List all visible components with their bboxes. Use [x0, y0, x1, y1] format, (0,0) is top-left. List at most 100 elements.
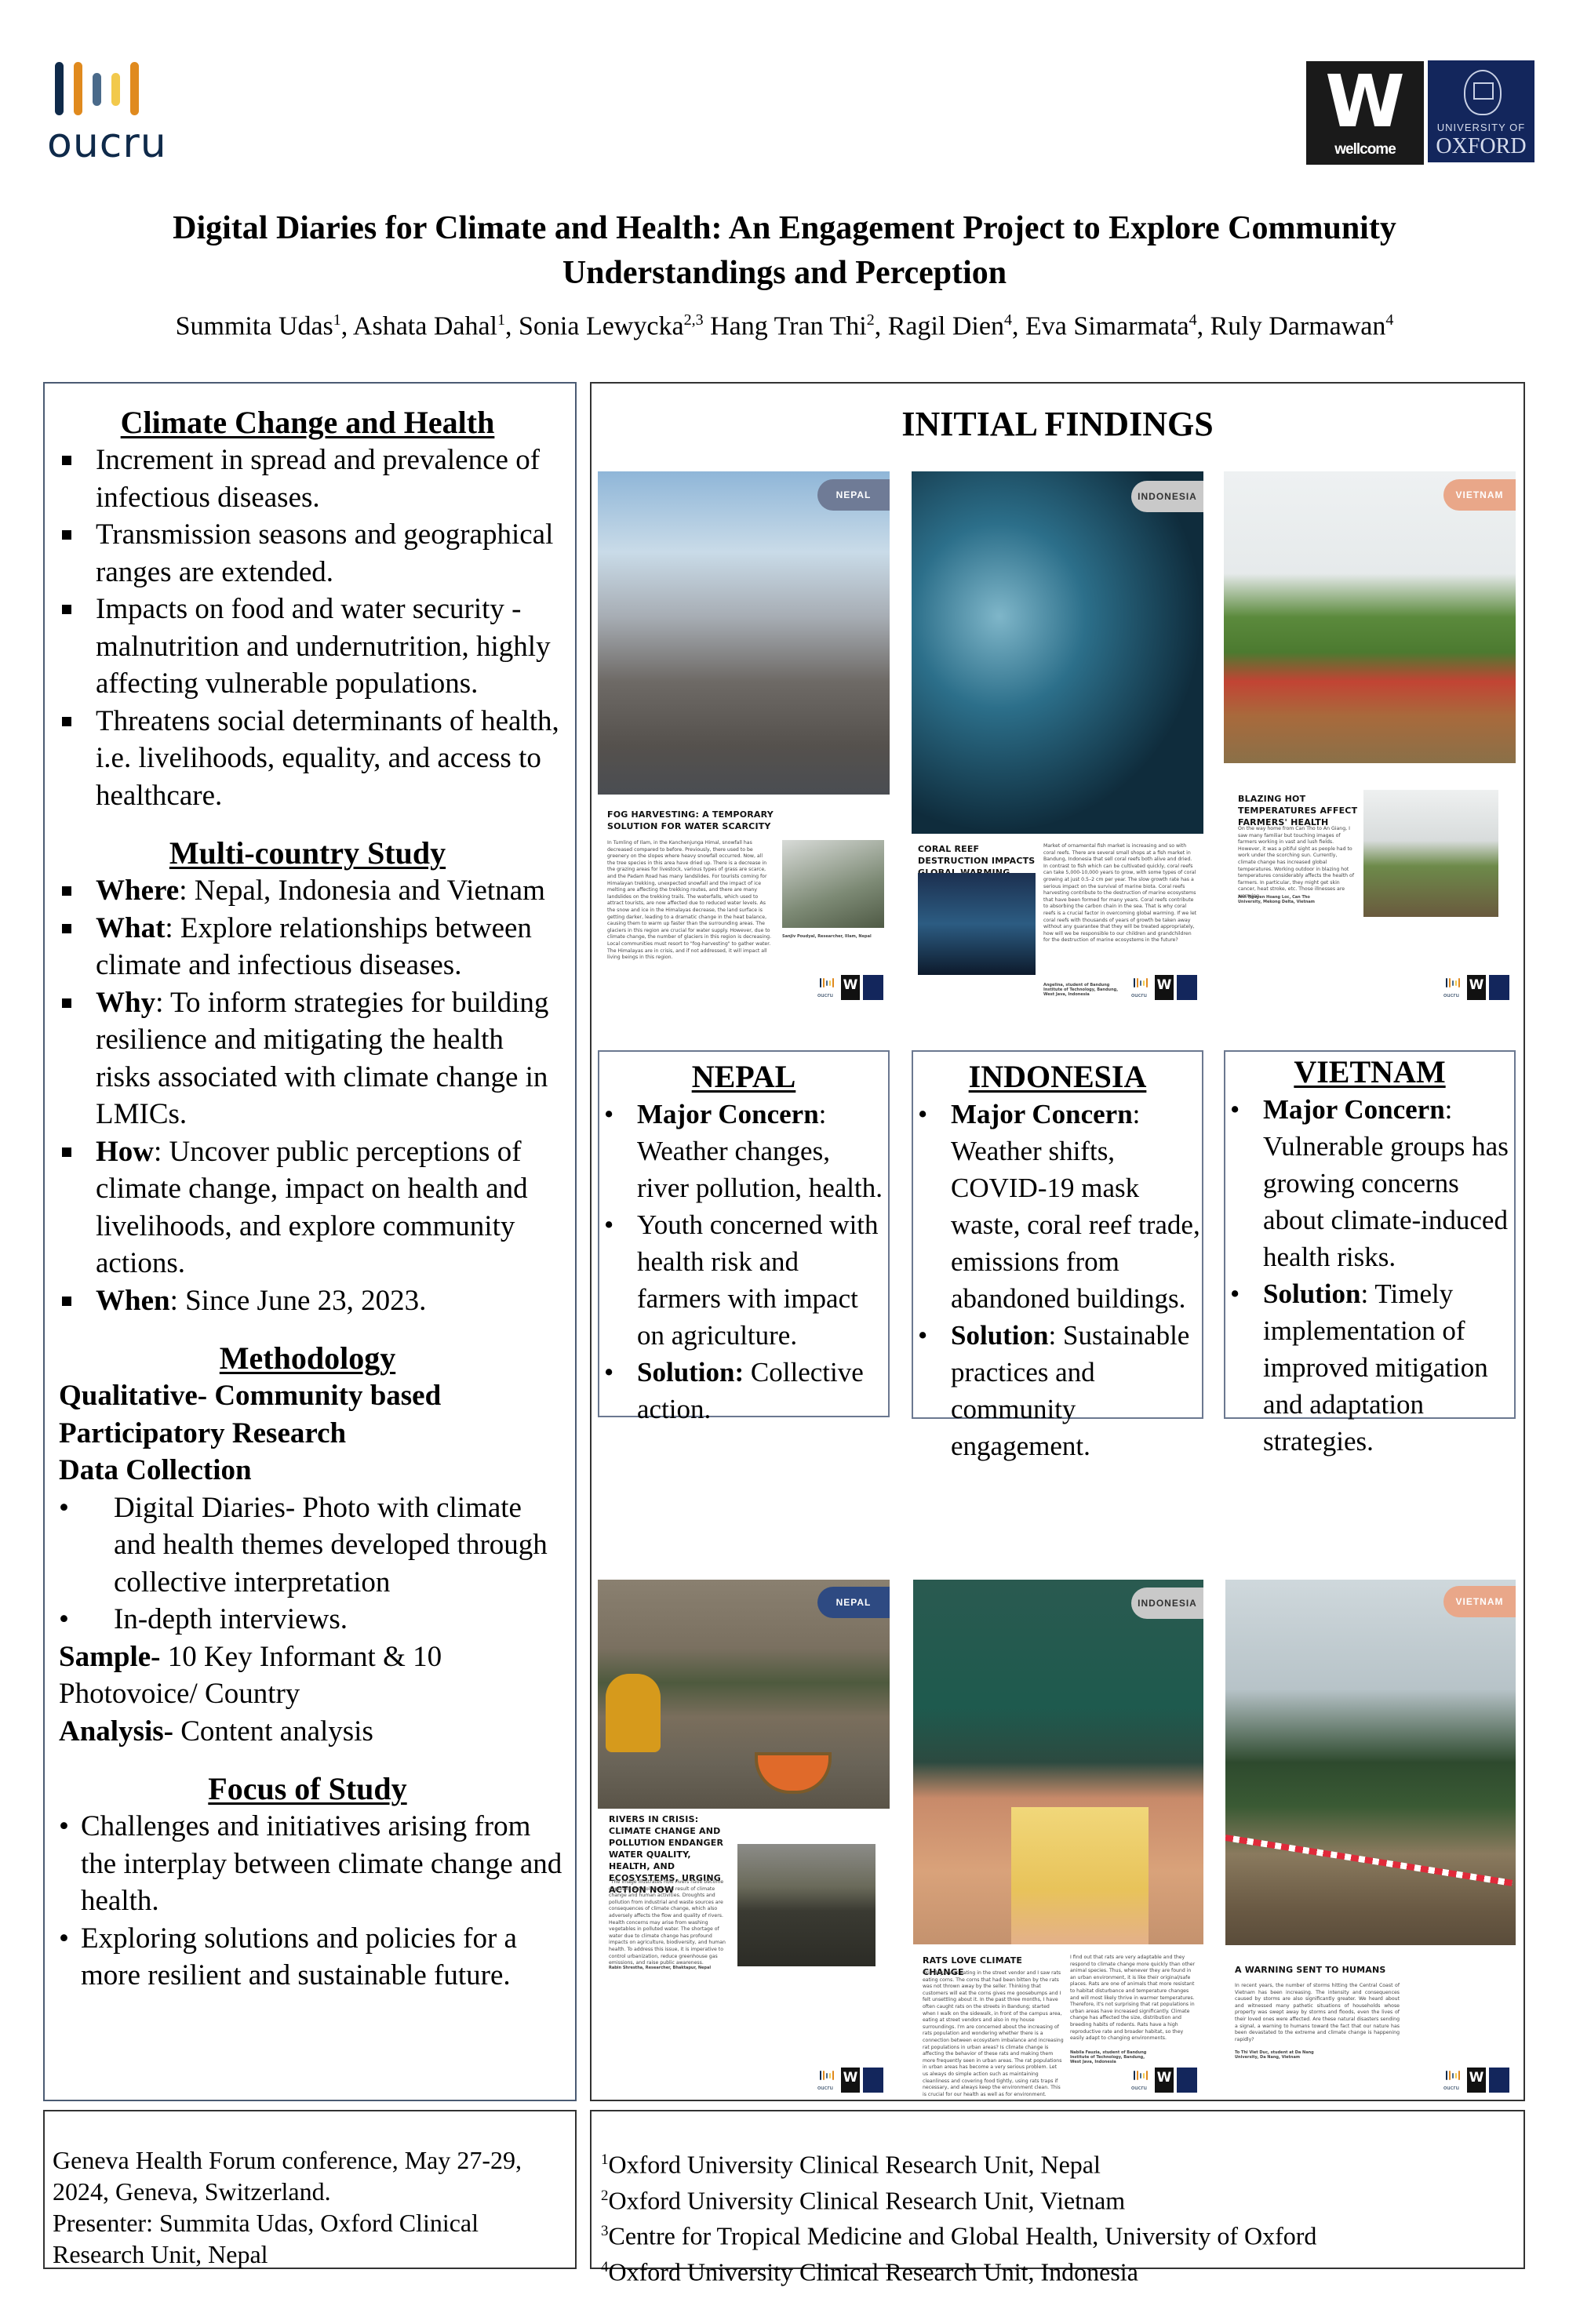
list-item: Youth concerned with health risk and far…	[599, 1206, 888, 1354]
wellcome-w-mark: W	[1325, 60, 1405, 144]
list-item: When: Since June 23, 2023.	[53, 1282, 562, 1320]
card-heading: Blazing Hot Temperatures Affect Farmers'…	[1238, 794, 1358, 827]
card-credit: Angelina, student of Bandung Institute o…	[1043, 983, 1119, 997]
partner-logos: oucru W	[1443, 975, 1509, 1000]
findings-box-title: NEPAL	[691, 1059, 796, 1094]
climate-health-list: Increment in spread and prevalence of in…	[53, 442, 562, 814]
photo-card-nepal-top: NEPAL Fog Harvesting: A Temporary Soluti…	[598, 471, 890, 1005]
mini-oucru-bar	[826, 2073, 828, 2079]
oucru-wordmark: oucru	[47, 120, 167, 167]
mini-oucru-bar	[1146, 978, 1148, 987]
list-item: Exploring solutions and policies for a m…	[59, 1920, 562, 1995]
affiliation-line: 2Oxford University Clinical Research Uni…	[601, 2186, 1126, 2215]
multi-country-list: Where: Nepal, Indonesia and Vietnam What…	[53, 872, 562, 1319]
farm-field-photo	[1224, 471, 1516, 763]
author-name: Ragil Dien	[887, 311, 1004, 341]
oucru-logo: oucru	[47, 59, 167, 169]
oxford-small-text: UNIVERSITY OF	[1436, 122, 1526, 133]
conference-line: 2024, Geneva, Switzerland.	[53, 2177, 331, 2206]
partner-logos: oucru W	[1131, 2068, 1197, 2093]
list-item: Major Concern: Weather shifts, COVID-19 …	[913, 1096, 1202, 1317]
list-item: Solution: Timely implementation of impro…	[1225, 1275, 1514, 1460]
mini-oucru-bar	[826, 980, 828, 986]
partner-logos: oucru W	[1131, 975, 1197, 1000]
poster-title-line: Digital Diaries for Climate and Health: …	[173, 210, 1396, 246]
photo-card-indonesia-top: INDONESIA Coral Reef Destruction Impacts…	[912, 471, 1203, 1005]
affiliations-box: 1Oxford University Clinical Research Uni…	[590, 2110, 1525, 2286]
mini-oucru-bar	[832, 2071, 834, 2080]
poster-title-line: Understandings and Perception	[562, 255, 1007, 291]
conference-info: Geneva Health Forum conference, May 27-2…	[53, 2144, 522, 2270]
author-affiliation-mark: 4	[1385, 311, 1394, 329]
list-item: Transmission seasons and geographical ra…	[53, 516, 562, 591]
mini-oucru-bar	[832, 978, 834, 987]
mini-oucru-bar	[820, 978, 821, 987]
list-item: In-depth interviews.	[59, 1601, 562, 1638]
poster-title: Digital Diaries for Climate and Health: …	[63, 206, 1506, 296]
card-credit: Rabin Shrestha, Researcher, Bhaktapur, N…	[609, 1966, 712, 1970]
partner-logos: oucru W	[817, 2068, 883, 2093]
author-name: Hang Tran Thi	[710, 311, 867, 341]
conference-line: Research Unit, Nepal	[53, 2240, 268, 2268]
photo-card-indonesia-bottom: INDONESIA Rats Love Climate Change One d…	[913, 1580, 1203, 2097]
conference-line: Presenter: Summita Udas, Oxford Clinical	[53, 2209, 479, 2237]
person-washing	[606, 1674, 661, 1752]
right-panel: INITIAL FINDINGS NEPAL Fog Harvesting: A…	[590, 382, 1525, 2101]
list-item: Challenges and initiatives arising from …	[59, 1808, 562, 1920]
corn-box	[1011, 1807, 1149, 1944]
partner-logos: oucru W	[1443, 2068, 1509, 2093]
author-affiliation-mark: 1	[497, 311, 506, 329]
mini-oucru-bar	[829, 980, 831, 986]
card-credit: To Thi Viet Duc, student at Da Nang Univ…	[1235, 2050, 1314, 2060]
author-affiliation-mark: 1	[333, 311, 341, 329]
mini-oucru-bar	[1449, 978, 1451, 987]
focus-list: Challenges and initiatives arising from …	[53, 1808, 562, 1995]
mini-oucru-bar	[1449, 2071, 1451, 2080]
section-title-focus: Focus of Study	[208, 1771, 407, 1806]
card-body: Market of ornamental fish market is incr…	[1043, 843, 1197, 944]
wellcome-logo: W wellcome	[1306, 61, 1424, 165]
data-collection-label: Data Collection	[59, 1454, 252, 1486]
card-credit: Sanjiv Poudyal, Researcher, Illam, Nepal	[782, 934, 872, 939]
oucru-bar	[111, 73, 120, 106]
list-item: Where: Nepal, Indonesia and Vietnam	[53, 872, 562, 910]
findings-list: Major Concern: Weather changes, river po…	[599, 1096, 888, 1427]
country-tag: VIETNAM	[1443, 1586, 1516, 1617]
list-item: Why: To inform strategies for building r…	[53, 984, 562, 1133]
list-item: Impacts on food and water security - mal…	[53, 591, 562, 703]
power-lines-photo	[1363, 790, 1498, 917]
author-name: Eva Simarmata	[1025, 311, 1189, 341]
photo-card-vietnam-bottom: VIETNAM A Warning Sent to Humans In rece…	[1225, 1580, 1516, 2097]
market-photo	[918, 873, 1036, 975]
section-title-methodology: Methodology	[219, 1340, 396, 1376]
author-name: Summita Udas	[175, 311, 333, 341]
oxford-logo: UNIVERSITY OF OXFORD	[1428, 60, 1534, 162]
author-name: Ruly Darmawan	[1210, 311, 1386, 341]
list-item: What: Explore relationships between clim…	[53, 910, 562, 984]
card-body: One day, I was eating in the street vend…	[923, 1970, 1064, 2097]
findings-list: Major Concern: Weather shifts, COVID-19 …	[913, 1096, 1202, 1464]
storm-damage-photo	[1225, 1580, 1516, 1945]
list-item: Increment in spread and prevalence of in…	[53, 442, 562, 516]
mini-oucru-bar	[1452, 2073, 1454, 2079]
photo-card-nepal-bottom: NEPAL Rivers in Crisis: Climate Change a…	[598, 1580, 890, 2097]
list-item: Major Concern: Weather changes, river po…	[599, 1096, 888, 1206]
findings-list: Major Concern: Vulnerable groups has gro…	[1225, 1091, 1514, 1460]
card-heading: A Warning Sent to Humans	[1235, 1965, 1386, 1975]
mini-oucru-bar	[1137, 2071, 1138, 2080]
oucru-bar	[93, 73, 101, 106]
list-item: Major Concern: Vulnerable groups has gro…	[1225, 1091, 1514, 1275]
affiliation-line: 4Oxford University Clinical Research Uni…	[601, 2257, 1138, 2286]
oucru-bar	[130, 62, 139, 115]
mini-oucru-bar	[1146, 2071, 1148, 2080]
list-item: How: Uncover public perceptions of clima…	[53, 1133, 562, 1282]
findings-box-nepal: NEPAL Major Concern: Weather changes, ri…	[598, 1050, 890, 1424]
mini-oucru-bar	[1446, 2071, 1447, 2080]
mini-oucru-bar	[829, 2073, 831, 2079]
photo-card-vietnam-top: VIETNAM Blazing Hot Temperatures Affect …	[1224, 471, 1516, 1005]
initial-findings-title: INITIAL FINDINGS	[901, 405, 1214, 443]
mini-oucru-bar	[1452, 980, 1454, 986]
oxford-crest-icon	[1464, 70, 1502, 115]
sample-line: Sample- 10 Key Informant & 10 Photovoice…	[59, 1640, 442, 1711]
mini-oucru-bar	[820, 2071, 821, 2080]
